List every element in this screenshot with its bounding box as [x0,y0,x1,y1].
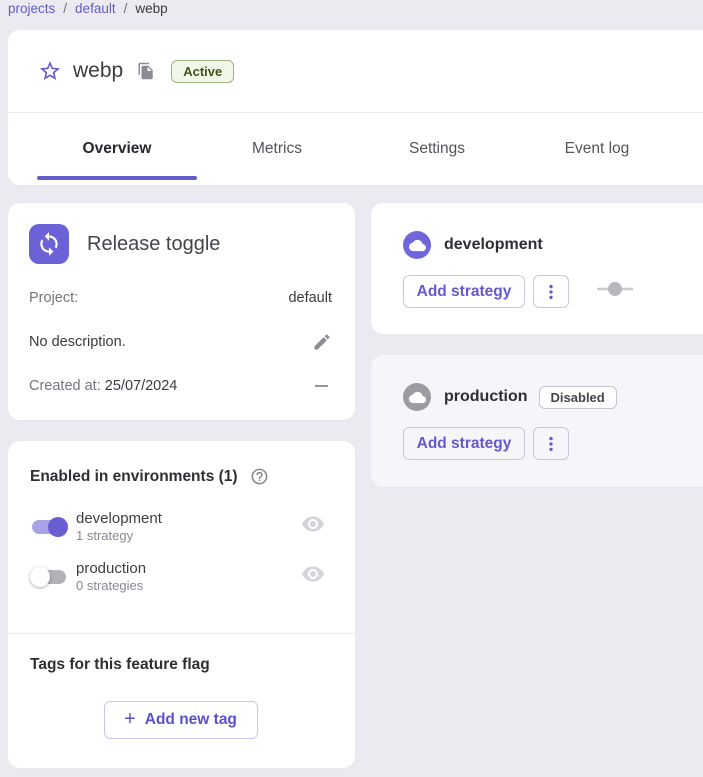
project-label: Project: [29,290,78,306]
created-at: Created at: 25/07/2024 [29,378,177,394]
created-label: Created at: [29,378,101,394]
more-options-kebab-button[interactable] [533,275,569,308]
add-new-tag-button[interactable]: + Add new tag [104,701,258,739]
environments-title: Enabled in environments (1) [30,468,238,486]
flag-header-row: webp Active [8,30,703,113]
flag-details-card: Release toggle Project: default No descr… [8,203,355,420]
breadcrumb-separator: / [124,1,128,16]
favorite-star-icon[interactable] [38,59,62,83]
env-strategy-count: 0 strategies [76,578,146,593]
status-badge: Active [171,60,234,83]
tags-title: Tags for this feature flag [30,656,331,674]
description-text: No description. [29,334,126,350]
collapse-icon[interactable] [315,385,332,387]
tags-section: Tags for this feature flag + Add new tag [8,634,355,739]
strategy-node-icon [595,281,635,302]
environment-panel-name: production [444,388,528,406]
copy-icon[interactable] [137,62,155,80]
tab-overview[interactable]: Overview [37,140,197,158]
active-tab-indicator [37,176,197,180]
cloud-environment-icon [403,383,431,411]
development-environment-panel: development Add strategy [371,203,703,334]
production-environment-panel: production Disabled Add strategy [371,355,703,487]
breadcrumb-current: webp [135,1,167,16]
project-value: default [288,290,332,306]
help-icon[interactable] [250,467,269,486]
cloud-environment-icon [403,231,431,259]
breadcrumb-separator: / [63,1,67,16]
breadcrumb-link-default[interactable]: default [75,1,116,16]
flag-type-row: Release toggle [29,224,332,264]
breadcrumb-link-projects[interactable]: projects [8,1,55,16]
description-row: No description. [29,332,332,352]
flag-header-card: webp Active Overview Metrics Settings Ev… [8,30,703,185]
plus-icon: + [124,709,136,729]
release-toggle-icon [29,224,69,264]
production-toggle[interactable] [30,566,68,588]
environments-card: Enabled in environments (1) development … [8,441,355,768]
more-options-kebab-button[interactable] [533,427,569,460]
tab-settings[interactable]: Settings [357,140,517,158]
page-title: webp [73,59,123,83]
tab-event-log[interactable]: Event log [517,140,677,158]
edit-pencil-icon[interactable] [312,332,332,352]
breadcrumb: projects / default / webp [8,1,168,16]
env-name: production [76,560,146,577]
development-toggle[interactable] [30,516,68,538]
disabled-badge: Disabled [539,386,617,409]
env-row-production: production 0 strategies [30,560,333,593]
environment-panel-name: development [444,236,543,254]
add-new-tag-label: Add new tag [145,711,237,729]
created-value: 25/07/2024 [105,378,178,394]
tab-metrics[interactable]: Metrics [197,140,357,158]
env-name: development [76,510,162,527]
env-row-development: development 1 strategy [30,510,333,543]
visibility-eye-icon[interactable] [301,512,325,541]
created-row: Created at: 25/07/2024 [29,378,332,394]
visibility-eye-icon[interactable] [301,562,325,591]
page: projects / default / webp webp Active Ov… [0,0,703,777]
enabled-environments-section: Enabled in environments (1) development … [8,441,355,634]
tab-bar: Overview Metrics Settings Event log [8,113,703,184]
env-strategy-count: 1 strategy [76,528,162,543]
project-row: Project: default [29,290,332,306]
flag-type-label: Release toggle [87,233,220,256]
add-strategy-button[interactable]: Add strategy [403,427,525,460]
add-strategy-button[interactable]: Add strategy [403,275,525,308]
